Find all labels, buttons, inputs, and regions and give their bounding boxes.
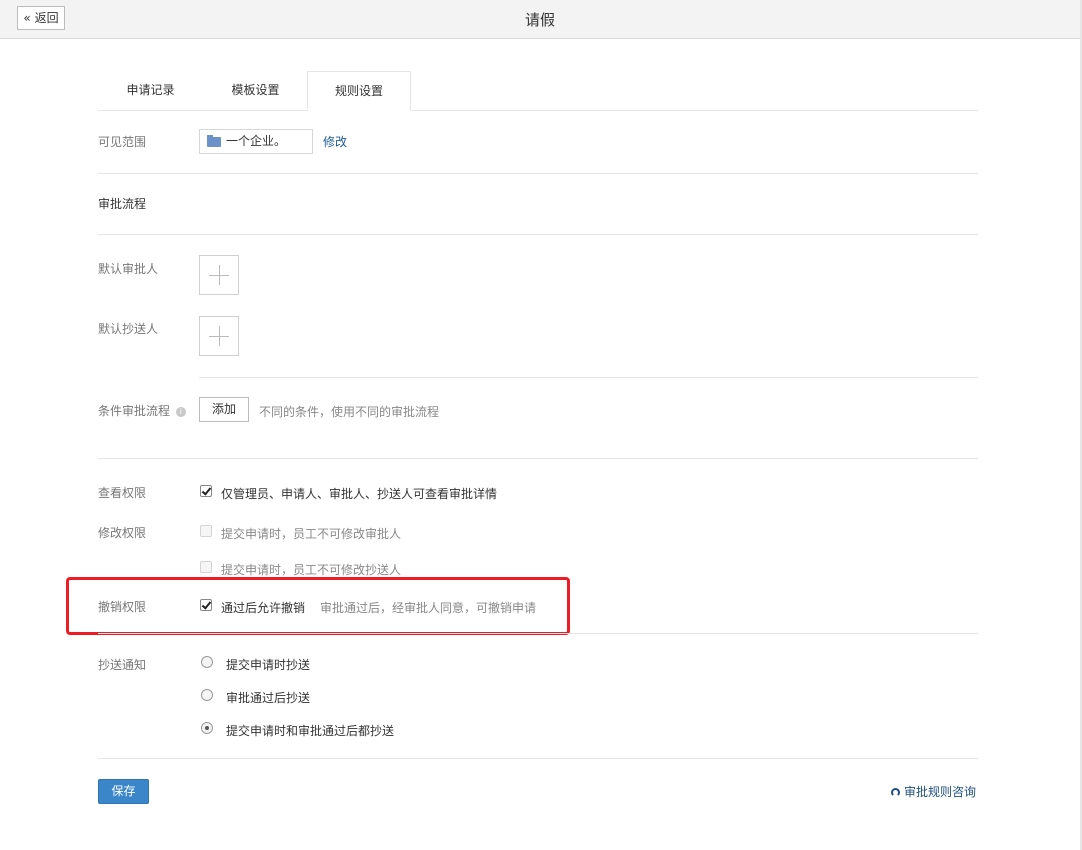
scope-field: 一个企业。 <box>199 129 313 154</box>
scope-label: 可见范围 <box>98 135 147 149</box>
page-title: 请假 <box>524 11 555 29</box>
add-condition-button[interactable]: 添加 <box>199 397 249 422</box>
divider <box>98 173 978 174</box>
divider <box>199 377 978 378</box>
divider <box>98 458 978 459</box>
save-button[interactable]: 保存 <box>98 779 149 804</box>
cc-after-approval-option[interactable]: 审批通过后抄送 <box>226 689 310 706</box>
tab-bar: 申请记录 模板设置 规则设置 <box>98 71 978 111</box>
info-icon[interactable]: i <box>175 407 186 417</box>
divider <box>98 633 978 634</box>
cc-notify-label: 抄送通知 <box>98 658 147 672</box>
lock-cc-checkbox[interactable] <box>200 561 212 573</box>
edit-permission-label: 修改权限 <box>98 526 147 540</box>
approval-flow-title: 审批流程 <box>98 197 147 211</box>
divider <box>98 234 978 235</box>
lock-cc-option[interactable]: 提交申请时，员工不可修改抄送人 <box>221 561 401 578</box>
lock-approver-checkbox[interactable] <box>200 525 212 537</box>
add-cc-button[interactable] <box>199 316 239 356</box>
divider <box>98 758 978 759</box>
top-bar: « 返回 请假 <box>0 0 1080 39</box>
rule-consult-link[interactable]: 审批规则咨询 <box>891 783 976 800</box>
lock-approver-option[interactable]: 提交申请时，员工不可修改审批人 <box>221 525 401 542</box>
default-cc-label: 默认抄送人 <box>98 322 159 336</box>
edit-scope-link[interactable]: 修改 <box>323 133 347 150</box>
conditional-flow-hint: 不同的条件，使用不同的审批流程 <box>259 405 440 419</box>
cc-on-submit-radio[interactable] <box>201 656 213 668</box>
view-permission-label: 查看权限 <box>98 486 147 500</box>
rule-consult-label: 审批规则咨询 <box>904 785 977 799</box>
cc-both-option[interactable]: 提交申请时和审批通过后都抄送 <box>226 722 394 739</box>
scope-value: 一个企业。 <box>226 134 287 148</box>
tab-application-records[interactable]: 申请记录 <box>98 71 203 110</box>
cc-on-submit-option[interactable]: 提交申请时抄送 <box>226 656 310 673</box>
view-permission-option[interactable]: 仅管理员、申请人、审批人、抄送人可查看审批详情 <box>221 485 497 502</box>
folder-icon <box>207 135 221 147</box>
headset-icon <box>891 788 900 797</box>
tab-rule-settings[interactable]: 规则设置 <box>307 71 411 111</box>
add-approver-button[interactable] <box>199 255 239 295</box>
view-permission-checkbox[interactable] <box>200 485 212 497</box>
highlight-annotation <box>66 577 570 635</box>
default-approver-label: 默认审批人 <box>98 262 159 276</box>
conditional-flow-label: 条件审批流程 i <box>98 402 186 419</box>
conditional-flow-text: 条件审批流程 <box>98 404 171 418</box>
cc-both-radio[interactable] <box>201 722 213 734</box>
cc-after-approval-radio[interactable] <box>201 689 213 701</box>
tab-template-settings[interactable]: 模板设置 <box>203 71 308 110</box>
